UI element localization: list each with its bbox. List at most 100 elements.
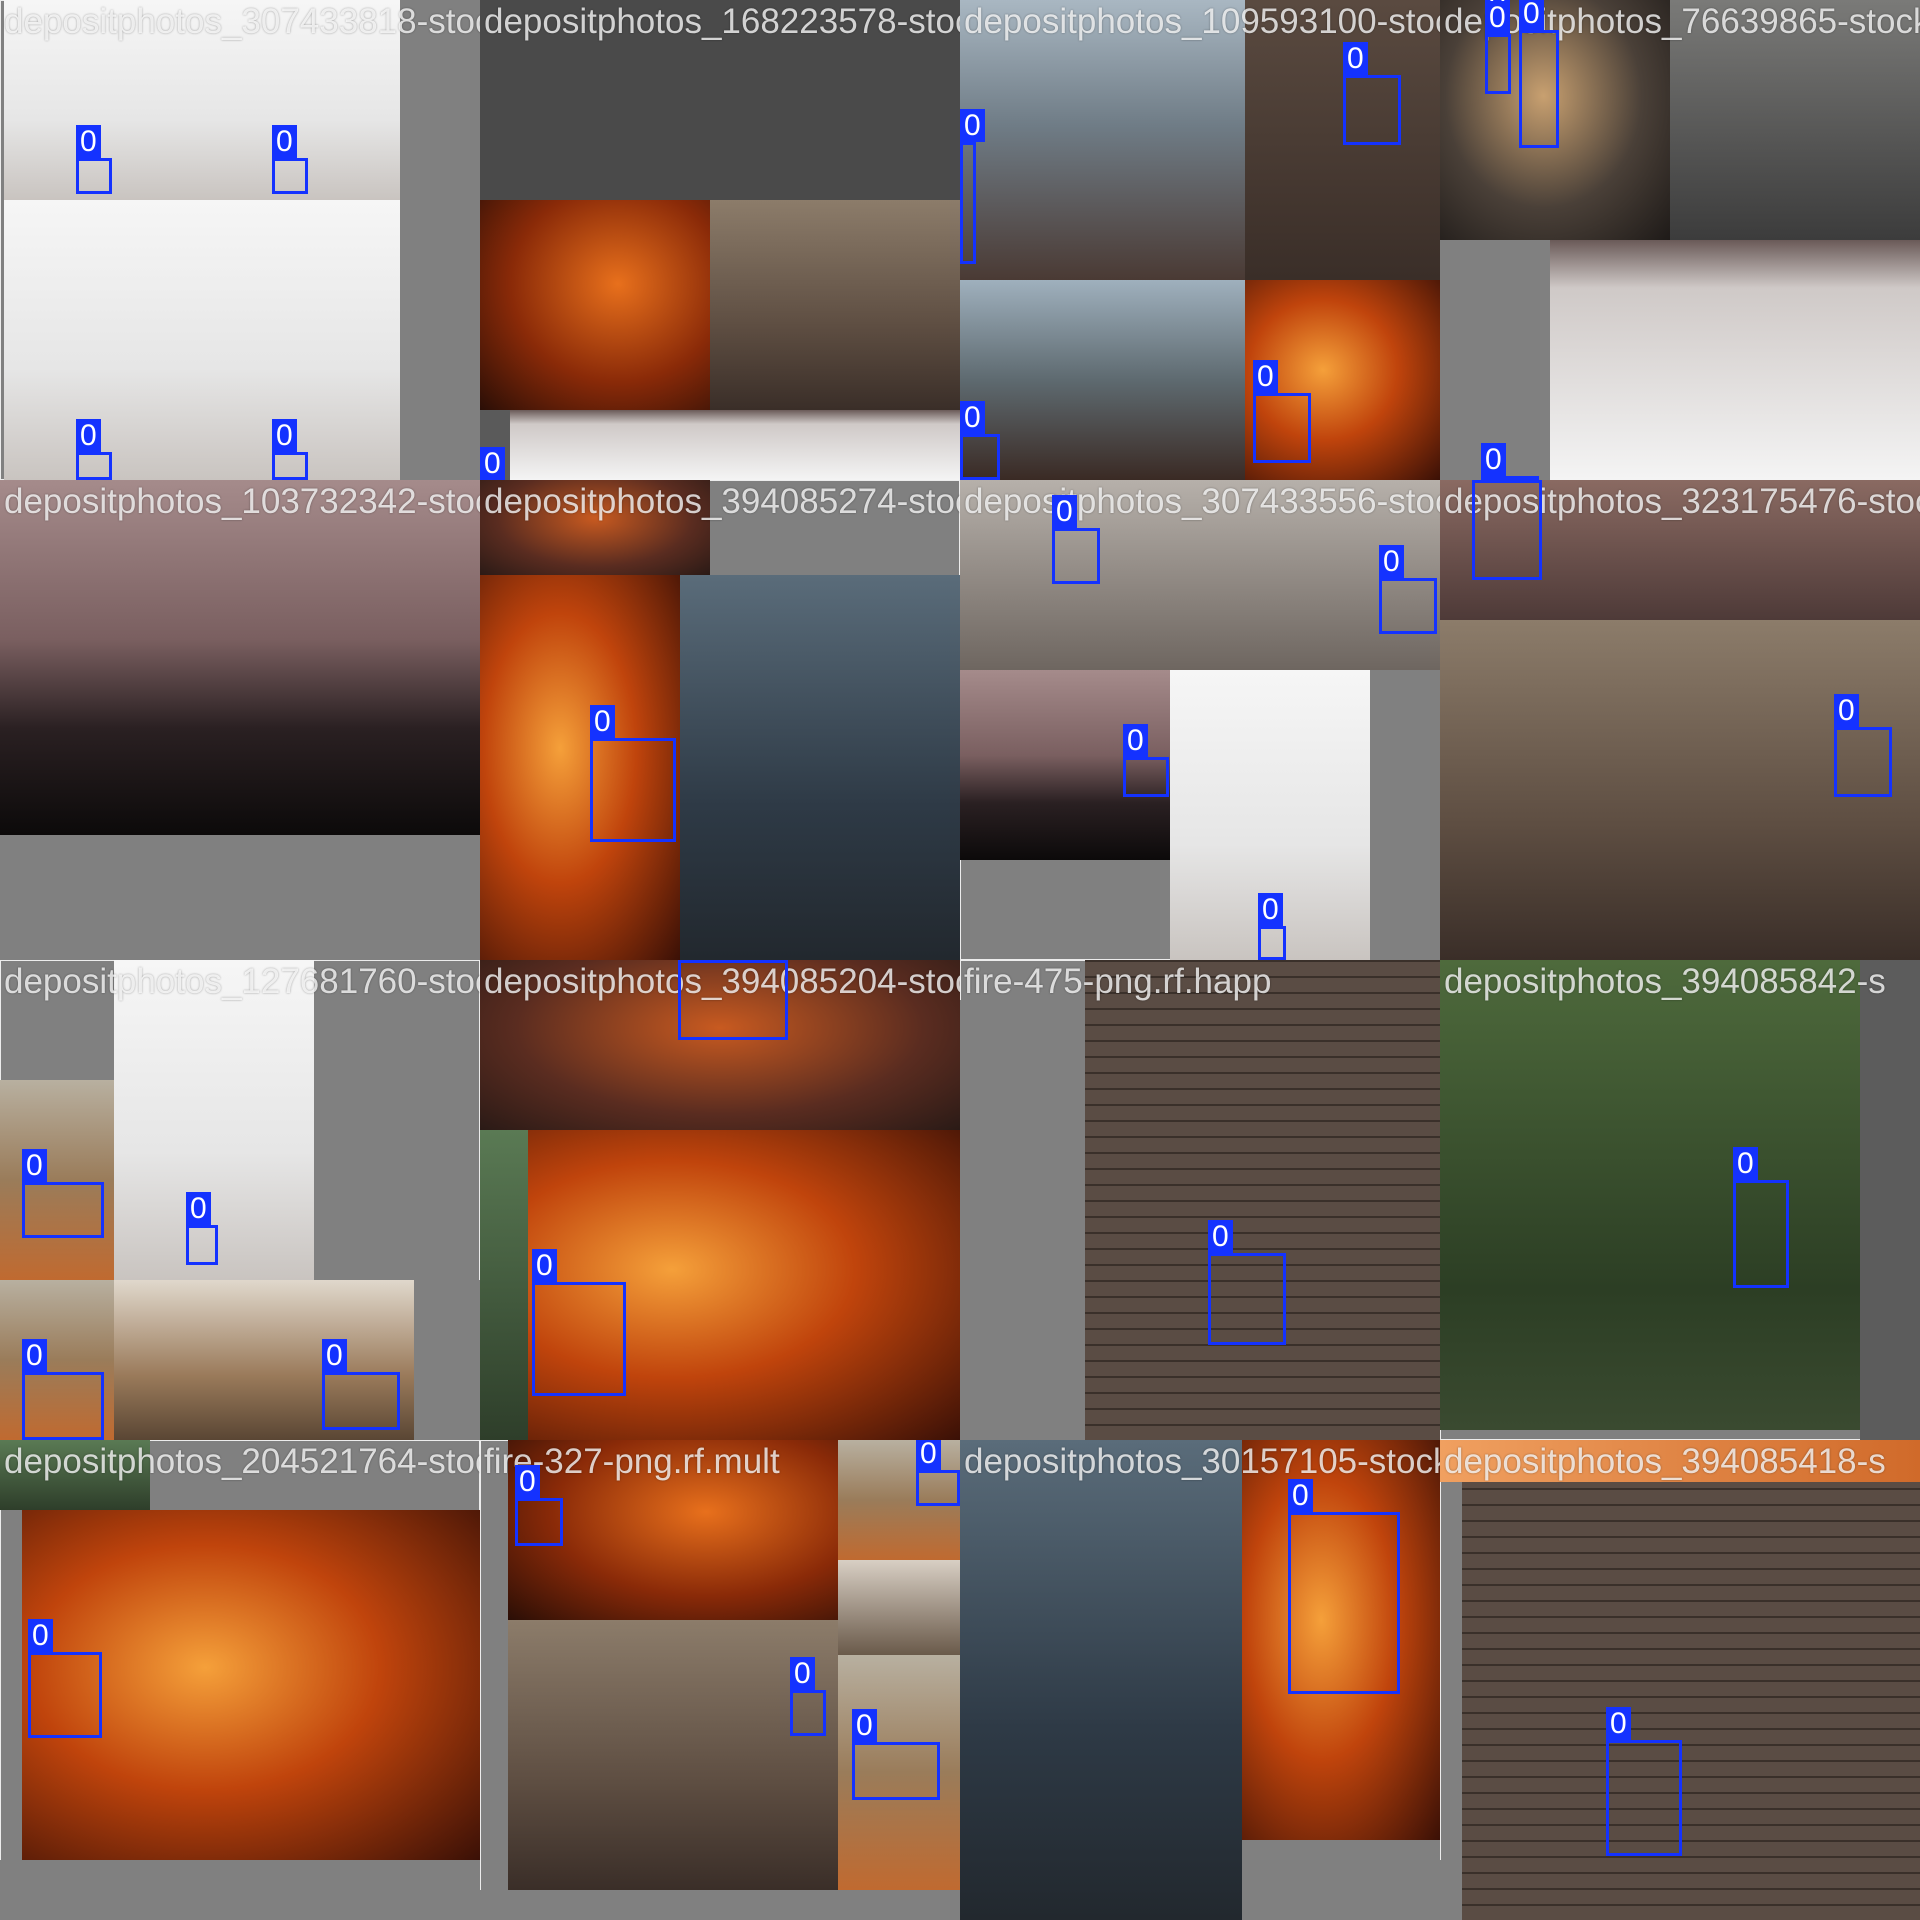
fire-bounding-box: 0 <box>22 1149 104 1238</box>
fire-bounding-box: 0 <box>1258 893 1286 960</box>
fire-bounding-box: 0 <box>852 1709 940 1800</box>
snow-couple-photo <box>200 200 400 480</box>
fire-bounding-box: 0 <box>1519 0 1559 148</box>
class-id-label: 0 <box>1253 360 1278 393</box>
mosaic-tile: depositphotos_109593100-stock-photo-fire… <box>960 0 1440 480</box>
class-id-label: 0 <box>1606 1707 1631 1740</box>
snow-trees-photo <box>1550 240 1920 480</box>
class-id-label: 0 <box>1834 694 1859 727</box>
fire-bounding-box: 0 <box>1208 1220 1286 1345</box>
mosaic-grid: depositphotos_307433818-stock-photo-side… <box>0 0 1920 1920</box>
class-id-label: 0 <box>1258 893 1283 926</box>
fire-bounding-box: 0 <box>1485 1 1511 94</box>
class-id-label: 0 <box>322 1339 347 1372</box>
fire-bounding-box: 0 <box>272 419 308 480</box>
man-lake-photo <box>960 0 1245 280</box>
mosaic-tile: depositphotos_394085204-stock-photo-fire… <box>480 960 960 1440</box>
mosaic-tile: depositphotos_168223578-stock-photo-side… <box>480 0 960 480</box>
forest-mirror-photo <box>838 1560 960 1655</box>
class-id-label: 0 <box>960 401 985 434</box>
fire-bounding-box: 0 <box>1379 545 1437 634</box>
mosaic-tile: depositphotos_394085418-s 0 <box>1440 1440 1920 1920</box>
brick-wall-photo <box>1085 960 1440 1440</box>
fire-bounding-box: 0 <box>1343 42 1401 145</box>
letterbox-padding <box>960 1000 1085 1440</box>
campfire-bottles-photo <box>710 200 960 410</box>
mosaic-tile: fire-475-png.rf.happ 0 <box>960 960 1440 1440</box>
fire-bounding-box: 0 <box>272 125 308 194</box>
class-id-label: 0 <box>22 1149 47 1182</box>
class-id-label: 0 <box>1123 724 1148 757</box>
letterbox-padding <box>1440 1860 1462 1920</box>
fire-bounding-box: 0 <box>1834 694 1892 797</box>
fire-bounding-box: 0 <box>1123 724 1169 797</box>
class-id-label: 0 <box>1733 1147 1758 1180</box>
trees-photo <box>480 1130 528 1440</box>
letterbox-padding <box>480 1890 960 1920</box>
mosaic-tile: depositphotos_204521764-stock-photo-fire… <box>0 1440 480 1920</box>
mosaic-tile: depositphotos_307433556-stock-photo-fire… <box>960 480 1440 960</box>
mosaic-tile: depositphotos_323175476-stock-photo-fire… <box>1440 480 1920 960</box>
fire-bounding-box: 0 <box>28 1619 102 1738</box>
campfire-bottles-photo <box>508 1620 838 1890</box>
man-denim-photo <box>960 1440 1242 1920</box>
class-id-label: 0 <box>480 447 505 480</box>
field-fire-photo <box>0 1080 114 1280</box>
letterbox-padding <box>0 1860 480 1920</box>
mosaic-tile: depositphotos_30157105-stock-photo-fire0 <box>960 1440 1440 1920</box>
fire-bounding-box: 0 <box>186 1192 218 1265</box>
class-id-label: 0 <box>1343 42 1368 75</box>
fire-bounding-box: 0 <box>1288 1479 1400 1694</box>
fire-bounding-box: 0 <box>532 1249 626 1396</box>
snow-trees-photo <box>510 410 960 480</box>
class-id-label: 0 <box>590 705 615 738</box>
fire-bounding-box: 0 <box>1253 360 1311 463</box>
class-id-label: 0 <box>960 109 985 142</box>
class-id-label: 0 <box>532 1249 557 1282</box>
mosaic-tile: depositphotos_103732342-stock-photo-fire <box>0 480 480 960</box>
class-id-label: 0 <box>28 1619 53 1652</box>
mosaic-tile: fire-327-png.rf.mult 0 0 0 0 <box>480 1440 960 1920</box>
mosaic-tile: depositphotos_76639865-stock-photo-side0… <box>1440 0 1920 480</box>
class-id-label: 0 <box>76 125 101 158</box>
fire-bounding-box: 0 <box>916 1440 960 1506</box>
snow-couple-photo <box>4 200 200 480</box>
man-denim-photo <box>680 575 960 960</box>
letterbox-padding <box>414 1280 480 1440</box>
class-id-label: 0 <box>1379 545 1404 578</box>
brick-wall-photo <box>1462 1482 1920 1920</box>
fire-bounding-box: 0 <box>76 419 112 480</box>
fire-strip-photo <box>1440 1440 1920 1482</box>
class-id-label: 0 <box>1519 0 1544 30</box>
class-id-label: 0 <box>186 1192 211 1225</box>
fire-bounding-box: 0 <box>590 705 676 842</box>
fire-bounding-box: 0 <box>1472 480 1542 580</box>
class-id-label: 0 <box>790 1657 815 1690</box>
class-id-label: 0 <box>76 419 101 452</box>
mosaic-tile: depositphotos_307433818-stock-photo-side… <box>0 0 480 480</box>
fire-bounding-box: 0 <box>960 401 1000 480</box>
class-id-label: 0 <box>1288 1479 1313 1512</box>
letterbox-padding <box>400 0 480 480</box>
letterbox-padding <box>1242 1840 1440 1920</box>
fire-bounding-box: 0 <box>76 125 112 194</box>
pink-smoke-silhouette-photo <box>0 480 480 835</box>
letterbox-padding <box>1860 960 1920 1440</box>
fire-bounding-box: 0 <box>515 1465 563 1546</box>
city-night-photo <box>1670 0 1920 240</box>
class-id-label: 0 <box>1208 1220 1233 1253</box>
fire-sunset-photo <box>480 200 710 410</box>
fire-bounding-box: 0 <box>790 1657 826 1736</box>
mosaic-tile: depositphotos_394085274-stock-photo-fire… <box>480 480 960 960</box>
trees-photo <box>0 1440 150 1510</box>
couple-lake-photo <box>960 280 1245 480</box>
class-id-label: 0 <box>916 1440 941 1470</box>
fire-bounding-box: 0 <box>1606 1707 1682 1856</box>
class-id-label: 0 <box>22 1339 47 1372</box>
mosaic-tile: depositphotos_394085842-s 0 <box>1440 960 1920 1440</box>
fire-bounding-box: 0 <box>1733 1147 1789 1288</box>
letterbox-padding <box>480 0 960 200</box>
class-id-label: 0 <box>272 125 297 158</box>
fire-bounding-box: 0 <box>960 109 985 264</box>
fire-bounding-box: 0 <box>322 1339 400 1430</box>
